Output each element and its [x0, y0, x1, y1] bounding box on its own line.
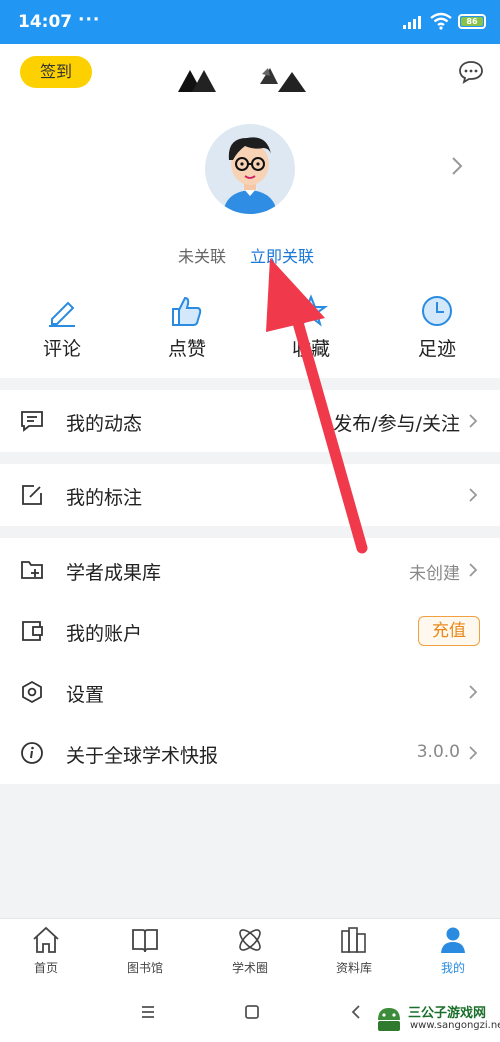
atom-icon	[239, 929, 261, 951]
book-icon	[132, 929, 158, 953]
quick-actions: 评论 点赞 收藏 足迹	[0, 294, 500, 364]
menu-row-scholar[interactable]: 学者成果库 未创建	[0, 540, 500, 600]
menu-row-dynamics[interactable]: 我的动态 发布/参与/关注	[0, 391, 500, 451]
folder-add-icon	[21, 561, 43, 579]
menu-row-about[interactable]: 关于全球学术快报 3.0.0	[0, 723, 500, 783]
watermark-name: 三公子游戏网	[408, 1006, 487, 1021]
menu-row-scholar-label: 学者成果库	[66, 562, 162, 584]
tab-mine-label: 我的	[440, 961, 465, 975]
avatar[interactable]	[205, 124, 295, 214]
watermark-url: www.sangongzi.net	[410, 1020, 500, 1031]
person-icon	[441, 927, 465, 953]
signal-icon	[403, 16, 421, 29]
tab-mine[interactable]: 我的	[413, 925, 493, 976]
pencil-icon	[49, 301, 75, 327]
android-logo-icon	[378, 1008, 400, 1031]
signin-button[interactable]: 签到	[20, 56, 92, 88]
bottom-tab-bar: 首页 图书馆 学术圈 资料库 我的	[0, 918, 500, 982]
battery-level: 86	[461, 17, 483, 26]
home-button-icon[interactable]	[244, 1004, 260, 1020]
avatar-illustration	[223, 137, 277, 214]
edit-square-icon	[22, 485, 42, 505]
tab-library[interactable]: 图书馆	[105, 925, 185, 976]
library-icon	[341, 927, 366, 953]
thumbs-up-icon	[172, 296, 202, 326]
wallet-icon	[22, 621, 43, 641]
recharge-button[interactable]: 充值	[418, 616, 480, 646]
chevron-right-icon	[469, 563, 478, 577]
tab-home[interactable]: 首页	[6, 925, 86, 976]
action-comment[interactable]: 评论	[17, 294, 107, 361]
wifi-icon	[430, 12, 452, 30]
action-like-label: 点赞	[167, 338, 206, 360]
tab-academic-label: 学术圈	[231, 961, 268, 975]
tab-database-label: 资料库	[335, 961, 372, 975]
back-icon[interactable]	[348, 1004, 364, 1020]
clock-icon	[422, 296, 452, 326]
action-favorite[interactable]: 收藏	[266, 294, 356, 361]
menu-row-annotations-label: 我的标注	[66, 487, 143, 509]
profile-section: 签到 未关联 立即关联 评论 点赞 收藏 足迹	[0, 44, 500, 378]
dynamics-card: 我的动态 发布/参与/关注	[0, 390, 500, 452]
profile-chevron-icon[interactable]	[450, 156, 464, 176]
chevron-right-icon	[469, 488, 478, 502]
menu-row-account-label: 我的账户	[66, 623, 143, 645]
action-history-label: 足迹	[417, 338, 456, 360]
link-status-text: 未关联	[178, 247, 227, 266]
menu-row-settings-label: 设置	[66, 684, 105, 706]
chevron-right-icon	[469, 746, 478, 760]
star-icon	[294, 294, 328, 327]
menu-row-about-version: 3.0.0	[416, 742, 460, 762]
chevron-right-icon	[469, 685, 478, 699]
watermark: 三公子游戏网 www.sangongzi.net	[370, 998, 500, 1038]
message-icon[interactable]	[458, 60, 484, 84]
menu-row-dynamics-detail: 发布/参与/关注	[333, 413, 460, 435]
action-history[interactable]: 足迹	[392, 294, 482, 361]
menu-row-dynamics-label: 我的动态	[66, 413, 143, 435]
app-logo	[178, 68, 306, 92]
battery-icon: 86	[458, 14, 486, 29]
action-favorite-label: 收藏	[291, 338, 330, 360]
status-time: 14:07	[18, 12, 73, 32]
menu-row-scholar-detail: 未创建	[409, 564, 460, 584]
tab-home-label: 首页	[33, 961, 58, 975]
chevron-right-icon	[469, 414, 478, 428]
annotations-card: 我的标注	[0, 464, 500, 526]
link-now-button[interactable]: 立即关联	[250, 243, 314, 267]
settings-card: 学者成果库 未创建 我的账户 充值 设置 关于全球学术快报 3.0.0	[0, 538, 500, 784]
status-more-dots: ···	[78, 10, 101, 30]
menu-row-about-label: 关于全球学术快报	[66, 745, 219, 767]
tab-academic[interactable]: 学术圈	[210, 925, 290, 976]
tab-library-label: 图书馆	[126, 961, 163, 975]
comment-box-icon	[21, 411, 43, 432]
info-icon	[21, 742, 43, 764]
action-comment-label: 评论	[42, 338, 81, 360]
menu-row-annotations[interactable]: 我的标注	[0, 465, 500, 525]
tab-database[interactable]: 资料库	[314, 925, 394, 976]
menu-row-account[interactable]: 我的账户 充值	[0, 601, 500, 661]
home-icon	[33, 926, 59, 953]
status-bar: 14:07 ··· 86	[0, 0, 500, 44]
settings-hexagon-icon	[22, 680, 42, 704]
menu-icon[interactable]	[140, 1004, 156, 1020]
action-like[interactable]: 点赞	[142, 294, 232, 361]
menu-row-settings[interactable]: 设置	[0, 662, 500, 722]
